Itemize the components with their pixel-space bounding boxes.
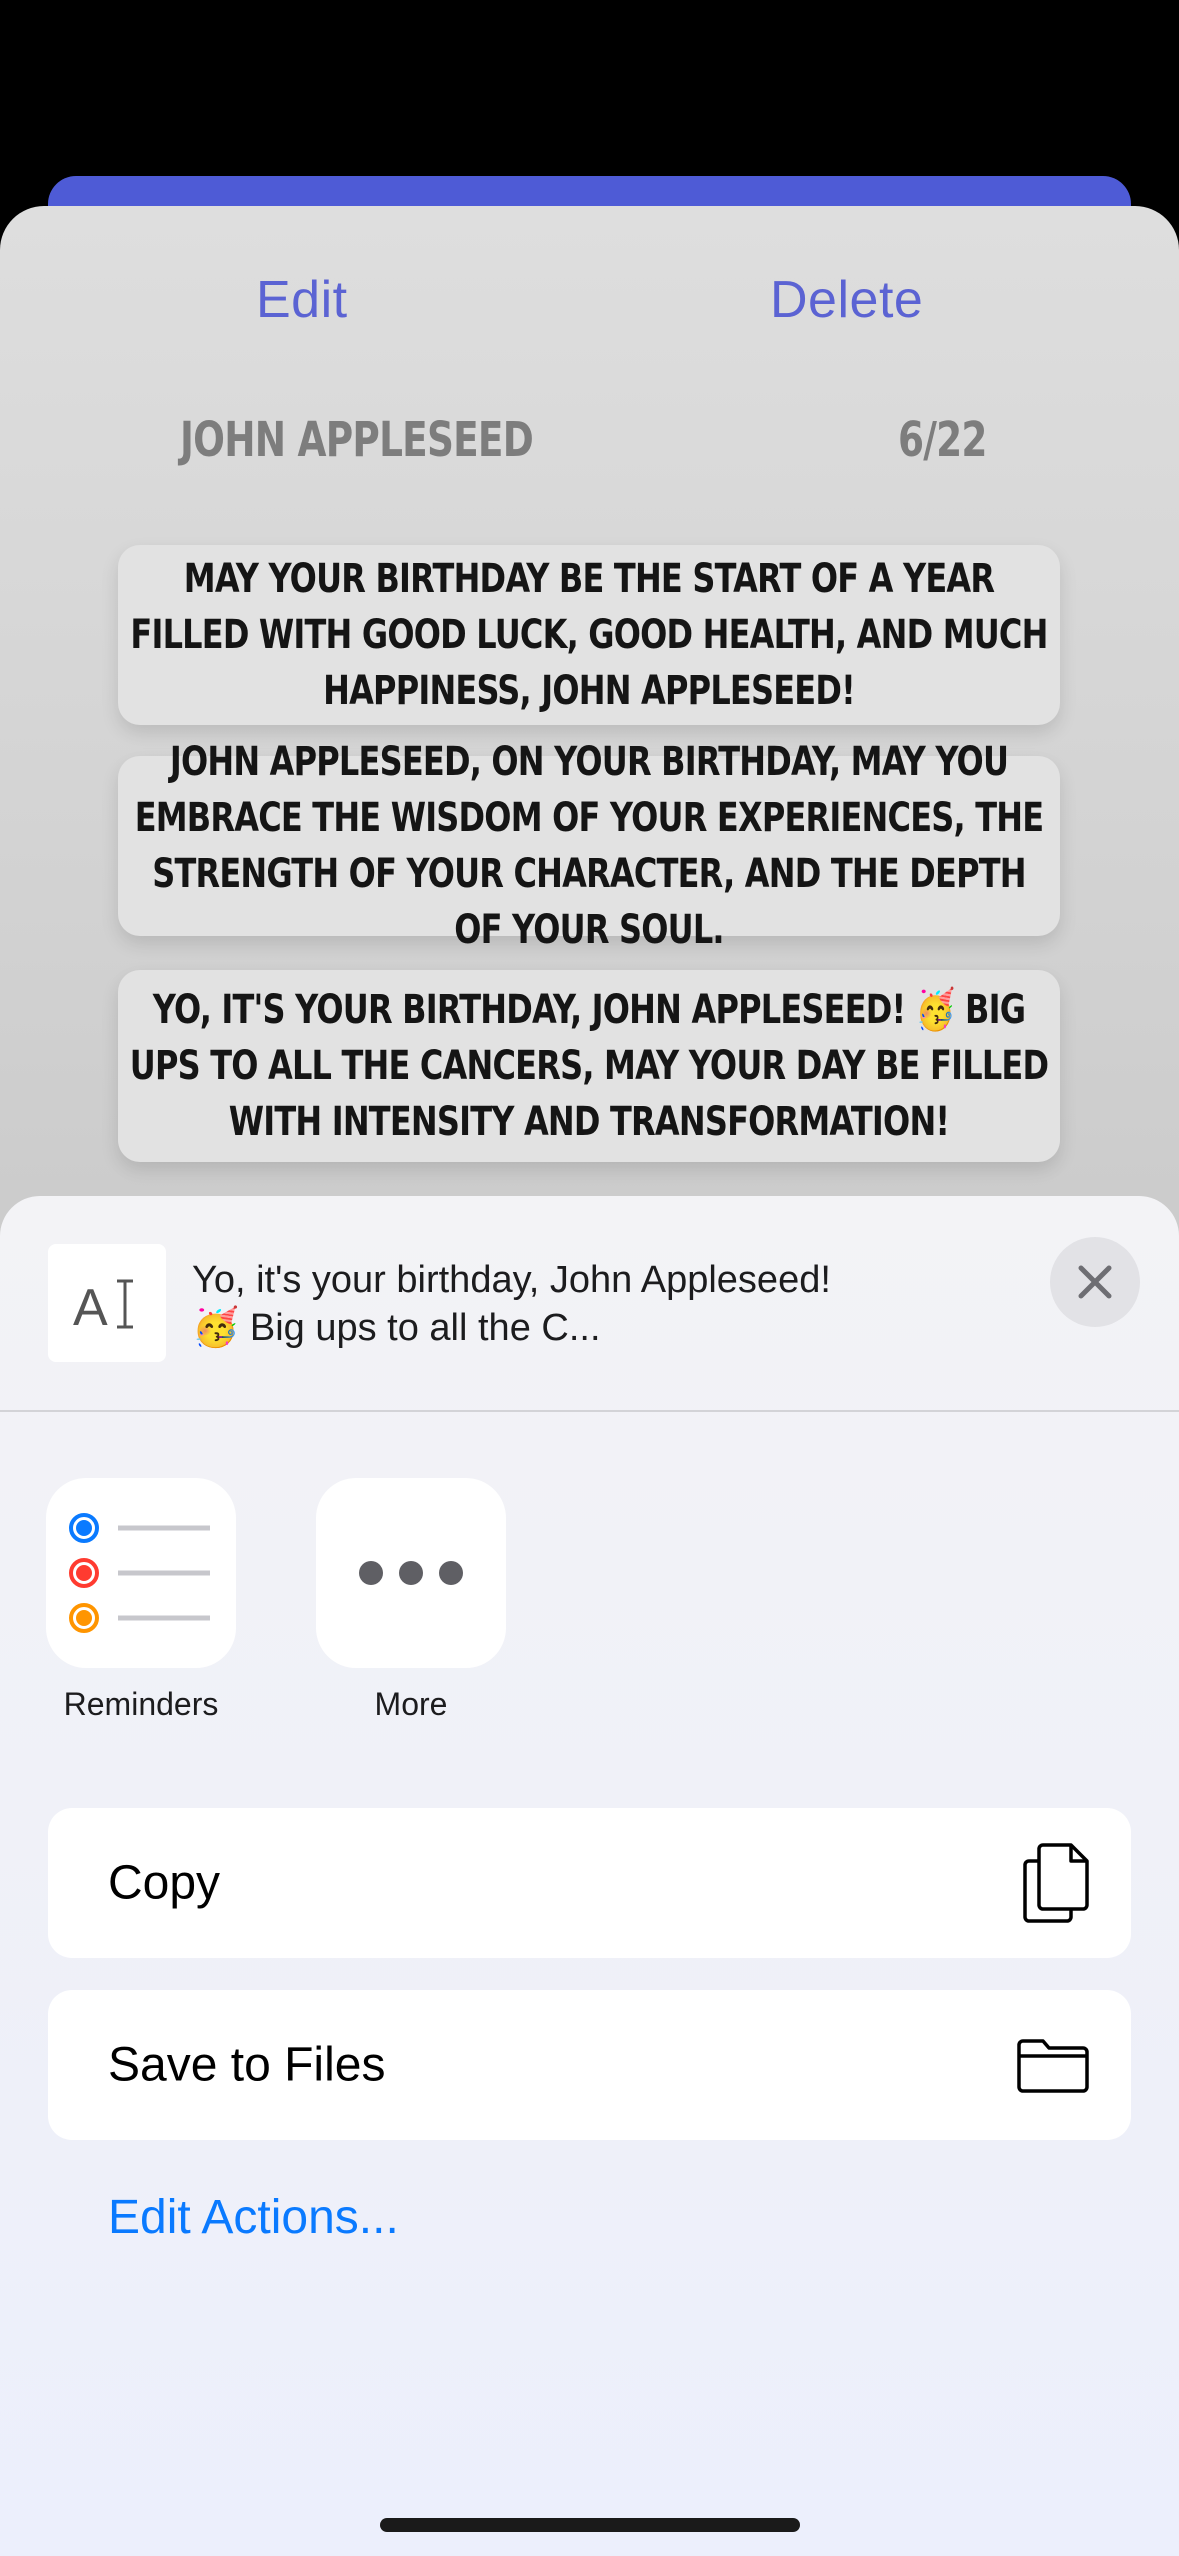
message-card[interactable]: John Appleseed, on your birthday, may yo… xyxy=(118,739,1060,953)
copy-action[interactable]: Copy xyxy=(48,1808,1131,1958)
svg-text:A: A xyxy=(73,1279,108,1337)
message-card[interactable]: May your birthday be the start of a year… xyxy=(118,545,1060,725)
reminders-icon xyxy=(69,1513,210,1633)
reminders-label: Reminders xyxy=(63,1686,219,1722)
birthday-date: 6/22 xyxy=(898,412,987,468)
edit-button[interactable]: Edit xyxy=(256,270,348,330)
share-preview-text: Yo, it's your birthday, John Appleseed! … xyxy=(192,1259,831,1349)
reminders-app-button[interactable] xyxy=(46,1478,236,1668)
save-to-files-action[interactable]: Save to Files xyxy=(48,1990,1131,2140)
contact-name: JOHN APPLESEED xyxy=(180,412,534,468)
message-text: Yo, it's your birthday, John Appleseed! … xyxy=(129,987,1049,1145)
home-indicator[interactable] xyxy=(380,2518,800,2532)
message-card[interactable]: Yo, it's your birthday, John Appleseed! … xyxy=(118,970,1060,1162)
folder-icon xyxy=(1017,2039,1089,2093)
more-icon xyxy=(359,1561,463,1585)
divider xyxy=(0,1410,1179,1412)
delete-button[interactable]: Delete xyxy=(770,270,923,330)
close-button[interactable] xyxy=(1050,1237,1140,1327)
text-document-icon: A xyxy=(48,1244,166,1362)
close-icon xyxy=(1078,1265,1112,1299)
copy-label: Copy xyxy=(108,1856,221,1910)
copy-icon xyxy=(1023,1843,1089,1923)
more-apps-button[interactable] xyxy=(316,1478,506,1668)
message-text: John Appleseed, on your birthday, may yo… xyxy=(134,739,1044,953)
message-text: May your birthday be the start of a year… xyxy=(130,556,1048,714)
edit-actions-link[interactable]: Edit Actions... xyxy=(108,2190,399,2245)
save-to-files-label: Save to Files xyxy=(108,2038,386,2092)
more-label: More xyxy=(374,1686,448,1722)
